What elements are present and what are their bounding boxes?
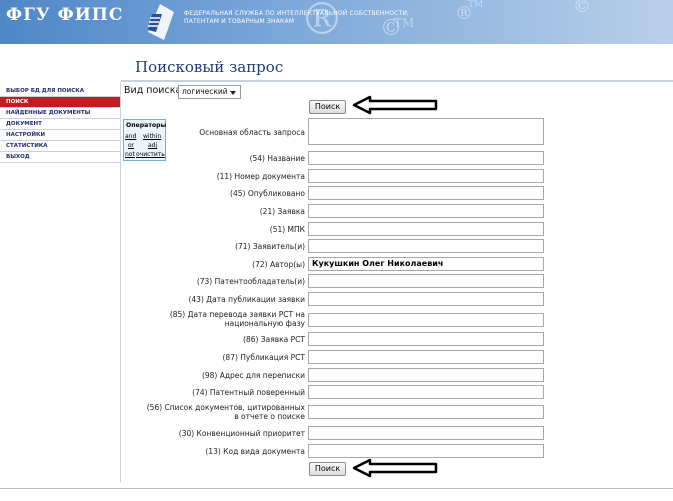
operators-panel: Операторы and or not within adj очистить: [123, 119, 166, 161]
field-label-published: (45) Опубликовано: [230, 189, 305, 198]
field-label-cited-documents: (56) Список документов, цитированных в о…: [147, 403, 305, 421]
sidebar-item-document[interactable]: ДОКУМЕНТ: [0, 119, 120, 130]
application-field[interactable]: [308, 204, 544, 218]
app-publication-date-field[interactable]: [308, 292, 544, 306]
correspondence-address-field[interactable]: [308, 368, 544, 382]
page: ® © TM ® TM © ФГУ ФИПС ФЕДЕРАЛЬНАЯ СЛУЖБ…: [0, 0, 673, 501]
field-label-cited-documents-line-1: (56) Список документов, цитированных: [146, 403, 305, 412]
field-label-main-query: Основная область запроса: [199, 128, 305, 137]
search-kind-select[interactable]: логический: [178, 85, 241, 99]
search-button-bottom[interactable]: Поиск: [309, 462, 346, 476]
field-label-title: (54) Название: [249, 154, 305, 163]
field-label-patent-holder: (73) Патентообладатель(и): [196, 277, 305, 286]
document-kind-code-field[interactable]: [308, 444, 544, 458]
sidebar-item-statistics[interactable]: СТАТИСТИКА: [0, 141, 120, 152]
pct-national-phase-field[interactable]: [308, 313, 544, 327]
header-banner: ® © TM ® TM © ФГУ ФИПС ФЕДЕРАЛЬНАЯ СЛУЖБ…: [0, 0, 673, 44]
title-field[interactable]: [308, 151, 544, 165]
field-label-pct-publication: (87) Публикация PCT: [222, 353, 306, 362]
operator-adj-link[interactable]: adj: [148, 142, 157, 149]
emblem-icon: [148, 4, 174, 40]
field-label-application: (21) Заявка: [259, 207, 305, 216]
convention-priority-field[interactable]: [308, 426, 544, 440]
field-label-applicant: (71) Заявитель(и): [235, 242, 305, 251]
sidebar-item-exit[interactable]: ВЫХОД: [0, 152, 120, 163]
pct-application-field[interactable]: [308, 332, 544, 346]
main-query-textarea[interactable]: [308, 118, 544, 145]
agency-line-2: ПАТЕНТАМ И ТОВАРНЫМ ЗНАКАМ: [184, 18, 295, 25]
patent-attorney-field[interactable]: [308, 385, 544, 399]
sidebar-item-db-select[interactable]: ВЫБОР БД ДЛЯ ПОИСКА: [0, 86, 120, 97]
field-label-pct-national-phase-line-2: национальную фазу: [224, 319, 305, 328]
site-logo-text[interactable]: ФГУ ФИПС: [6, 5, 123, 25]
doc-number-field[interactable]: [308, 169, 544, 183]
sidebar-item-settings[interactable]: НАСТРОЙКИ: [0, 130, 120, 141]
chevron-down-icon: [230, 91, 236, 95]
agency-line-1: ФЕДЕРАЛЬНАЯ СЛУЖБА ПО ИНТЕЛЛЕКТУАЛЬНОЙ С…: [184, 10, 410, 17]
clear-link[interactable]: очистить: [136, 151, 165, 158]
field-label-doc-number: (11) Номер документа: [216, 172, 305, 181]
search-kind-label: Вид поиска: [124, 85, 182, 96]
field-label-pct-national-phase-line-1: (85) Дата перевода заявки PCT на: [169, 310, 305, 319]
sidebar-divider: [120, 82, 121, 482]
arrow-pointer-icon: [352, 95, 438, 115]
operators-title: Операторы: [126, 122, 167, 129]
operator-and-link[interactable]: and: [125, 133, 136, 140]
applicant-field[interactable]: [308, 239, 544, 253]
search-kind-value: логический: [182, 87, 228, 96]
cited-documents-field[interactable]: [308, 405, 544, 419]
sidebar-item-found-documents[interactable]: НАЙДЕННЫЕ ДОКУМЕНТЫ: [0, 108, 120, 119]
field-label-app-publication-date: (43) Дата публикации заявки: [188, 295, 305, 304]
published-field[interactable]: [308, 186, 544, 200]
patent-holder-field[interactable]: [308, 274, 544, 288]
field-label-correspondence-address: (98) Адрес для переписки: [201, 371, 305, 380]
field-label-cited-documents-line-2: в отчете о поиске: [234, 412, 305, 421]
author-field[interactable]: Кукушкин Олег Николаевич: [308, 257, 544, 271]
field-label-convention-priority: (30) Конвенционный приоритет: [178, 429, 305, 438]
copyright-watermark-2: ©: [573, 0, 591, 17]
operator-not-link[interactable]: not: [125, 151, 135, 158]
field-label-author: (72) Автор(ы): [252, 260, 305, 269]
arrow-pointer-icon-bottom: [352, 458, 438, 478]
operator-within-link[interactable]: within: [143, 133, 161, 140]
pct-publication-field[interactable]: [308, 350, 544, 364]
field-label-patent-attorney: (74) Патентный поверенный: [192, 388, 305, 397]
field-label-document-kind-code: (13) Код вида документа: [205, 447, 305, 456]
footer-divider: [0, 488, 673, 489]
title-divider: [121, 80, 673, 82]
field-label-pct-national-phase: (85) Дата перевода заявки PCT на национа…: [170, 310, 305, 328]
sidebar: ВЫБОР БД ДЛЯ ПОИСКА ПОИСК НАЙДЕННЫЕ ДОКУ…: [0, 86, 120, 163]
agency-name: ФЕДЕРАЛЬНАЯ СЛУЖБА ПО ИНТЕЛЛЕКТУАЛЬНОЙ С…: [184, 10, 409, 26]
field-label-pct-application: (86) Заявка PCT: [243, 335, 305, 344]
search-button-top[interactable]: Поиск: [309, 100, 346, 114]
page-title: Поисковый запрос: [135, 58, 284, 76]
sidebar-item-search[interactable]: ПОИСК: [0, 97, 120, 108]
trademark-watermark-2: TM: [468, 0, 484, 10]
ipc-field[interactable]: [308, 222, 544, 236]
operator-or-link[interactable]: or: [128, 142, 134, 149]
field-label-ipc: (51) МПК: [269, 225, 305, 234]
